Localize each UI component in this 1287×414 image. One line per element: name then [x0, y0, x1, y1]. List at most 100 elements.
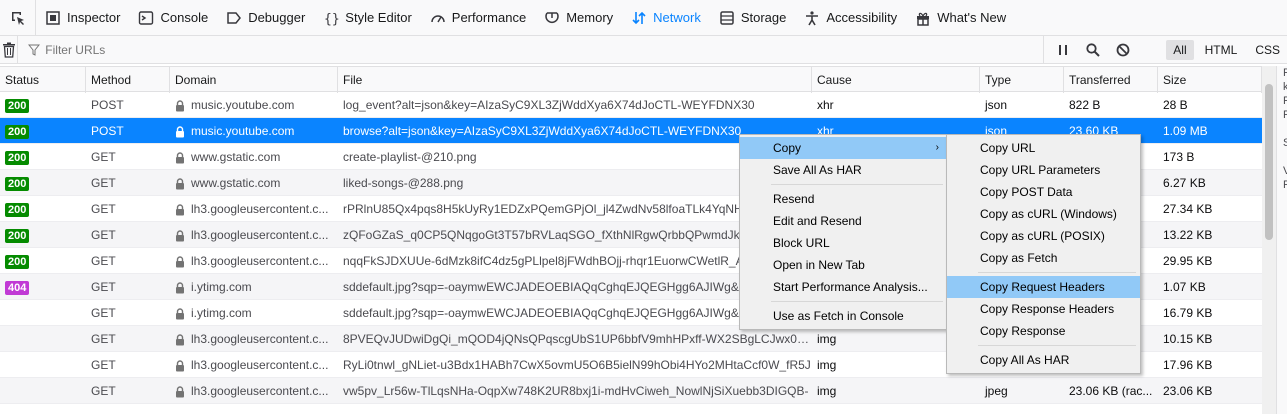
- menu-item-label: Copy as cURL (POSIX): [980, 229, 1105, 243]
- tab-console[interactable]: Console: [129, 0, 217, 36]
- cell-cause: img: [817, 384, 837, 398]
- menu-item-block-url[interactable]: Block URL: [740, 232, 947, 254]
- menu-item-open-in-new-tab[interactable]: Open in New Tab: [740, 254, 947, 276]
- tab-accessibility[interactable]: Accessibility: [795, 0, 906, 36]
- tab-debugger[interactable]: Debugger: [217, 0, 314, 36]
- pause-icon: [1059, 44, 1068, 55]
- submenu-item-copy-post-data[interactable]: Copy POST Data: [947, 181, 1140, 203]
- clear-button[interactable]: [0, 35, 19, 64]
- element-picker-button[interactable]: [0, 0, 36, 36]
- tab-label: Memory: [566, 10, 614, 25]
- column-header-status[interactable]: Status: [0, 67, 86, 93]
- column-header-size[interactable]: Size: [1158, 67, 1262, 93]
- tab-performance[interactable]: Performance: [421, 0, 535, 36]
- tab-label: Accessibility: [826, 10, 898, 25]
- lock-icon: [176, 334, 184, 346]
- table-row[interactable]: GET lh3.googleusercontent.c... vw5pv_Lr56w…: [0, 378, 1262, 404]
- tab-network[interactable]: Network: [622, 0, 710, 36]
- cell-size: 17.96 KB: [1163, 358, 1213, 372]
- filter-type-css[interactable]: CSS: [1248, 40, 1287, 60]
- menu-item-label: Copy URL Parameters: [980, 163, 1101, 177]
- cell-method: GET: [91, 306, 116, 320]
- column-header-transferred[interactable]: Transferred: [1064, 67, 1158, 93]
- cell-file: log_event?alt=json&key=AIzaSyC9XL3ZjWddX…: [343, 98, 755, 112]
- tab-inspector[interactable]: Inspector: [36, 0, 129, 36]
- menu-item-label: Start Performance Analysis...: [773, 280, 928, 294]
- cell-status: [0, 300, 86, 326]
- cell-type: json: [985, 98, 1008, 112]
- domain-text: i.ytimg.com: [191, 280, 252, 294]
- cell-size: 10.15 KB: [1163, 332, 1213, 346]
- side-panel-text: V: [1277, 164, 1287, 178]
- menu-item-label: Copy POST Data: [980, 185, 1073, 199]
- submenu-item-copy-response-headers[interactable]: Copy Response Headers: [947, 298, 1140, 320]
- table-header: Status Method Domain File Cause Type Tra…: [0, 66, 1262, 93]
- filter-type-all[interactable]: All: [1166, 39, 1194, 60]
- submenu-item-copy-all-as-har[interactable]: Copy All As HAR: [947, 349, 1140, 371]
- accessibility-icon: [804, 10, 820, 26]
- block-requests-button[interactable]: [1110, 39, 1136, 61]
- menu-separator: [771, 301, 943, 302]
- cell-domain: lh3.googleusercontent.c...: [170, 196, 338, 222]
- cell-domain: www.gstatic.com: [170, 170, 338, 196]
- side-panel-text: F: [1277, 94, 1287, 108]
- tab-memory[interactable]: Memory: [535, 0, 622, 36]
- column-header-method[interactable]: Method: [86, 67, 170, 93]
- cell-type: jpeg: [985, 384, 1008, 398]
- submenu-item-copy-as-curl-windows[interactable]: Copy as cURL (Windows): [947, 203, 1140, 225]
- submenu-item-copy-response[interactable]: Copy Response: [947, 320, 1140, 342]
- menu-item-use-as-fetch-in-console[interactable]: Use as Fetch in Console: [740, 305, 947, 327]
- submenu-item-copy-as-fetch[interactable]: Copy as Fetch: [947, 247, 1140, 269]
- lock-icon: [176, 100, 184, 112]
- table-row[interactable]: 200 POST music.youtube.com log_event?alt=js…: [0, 92, 1262, 118]
- cell-status: 200: [0, 170, 86, 196]
- filter-type-html[interactable]: HTML: [1198, 40, 1245, 60]
- filter-urls-input[interactable]: [45, 42, 946, 57]
- tab-what-s-new[interactable]: What's New: [906, 0, 1015, 36]
- tab-label: Storage: [740, 10, 787, 25]
- menu-item-copy[interactable]: Copy ›: [740, 137, 947, 159]
- cell-size: 1.07 KB: [1163, 280, 1206, 294]
- menu-item-edit-and-resend[interactable]: Edit and Resend: [740, 210, 947, 232]
- tab-label: Performance: [451, 10, 527, 25]
- column-header-domain[interactable]: Domain: [170, 67, 338, 93]
- column-header-file[interactable]: File: [338, 67, 812, 93]
- lock-icon: [176, 178, 184, 190]
- column-header-type[interactable]: Type: [980, 67, 1064, 93]
- menu-item-label: Save All As HAR: [773, 163, 862, 177]
- pause-button[interactable]: [1050, 39, 1076, 61]
- search-button[interactable]: [1080, 39, 1106, 61]
- scrollbar-thumb[interactable]: [1265, 84, 1273, 240]
- details-side-panel: FkFFSVF: [1276, 66, 1287, 414]
- submenu-item-copy-url[interactable]: Copy URL: [947, 137, 1140, 159]
- filter-urls-field[interactable]: [18, 36, 1043, 64]
- cell-size: 13.22 KB: [1163, 228, 1213, 242]
- cell-domain: lh3.googleusercontent.c...: [170, 222, 338, 248]
- cell-method: GET: [91, 358, 116, 372]
- lock-icon: [176, 126, 184, 138]
- submenu-item-copy-request-headers[interactable]: Copy Request Headers: [947, 276, 1140, 298]
- console-icon: [138, 10, 154, 26]
- menu-item-start-performance-analysis[interactable]: Start Performance Analysis...: [740, 276, 947, 298]
- status-badge: 200: [5, 176, 30, 191]
- cell-domain: www.gstatic.com: [170, 144, 338, 170]
- submenu-item-copy-as-curl-posix[interactable]: Copy as cURL (POSIX): [947, 225, 1140, 247]
- trash-icon: [2, 42, 15, 58]
- cell-transferred: 23.06 KB (rac...: [1069, 384, 1153, 398]
- gift-icon: [915, 10, 931, 26]
- menu-item-resend[interactable]: Resend: [740, 188, 947, 210]
- menu-item-label: Use as Fetch in Console: [773, 309, 904, 323]
- domain-text: lh3.googleusercontent.c...: [191, 228, 329, 242]
- submenu-item-copy-url-parameters[interactable]: Copy URL Parameters: [947, 159, 1140, 181]
- cell-domain: lh3.googleusercontent.c...: [170, 248, 338, 274]
- filter-tools: All HTML CSS: [1043, 35, 1287, 64]
- cell-size: 27.34 KB: [1163, 202, 1213, 216]
- menu-item-label: Copy URL: [980, 141, 1036, 155]
- tab-style-editor[interactable]: {} Style Editor: [314, 0, 420, 36]
- cell-method: POST: [91, 124, 124, 138]
- column-header-cause[interactable]: Cause: [812, 67, 980, 93]
- cell-domain: lh3.googleusercontent.c...: [170, 352, 338, 378]
- cell-status: 404: [0, 274, 86, 300]
- tab-storage[interactable]: Storage: [710, 0, 796, 36]
- menu-item-save-all-as-har[interactable]: Save All As HAR: [740, 159, 947, 181]
